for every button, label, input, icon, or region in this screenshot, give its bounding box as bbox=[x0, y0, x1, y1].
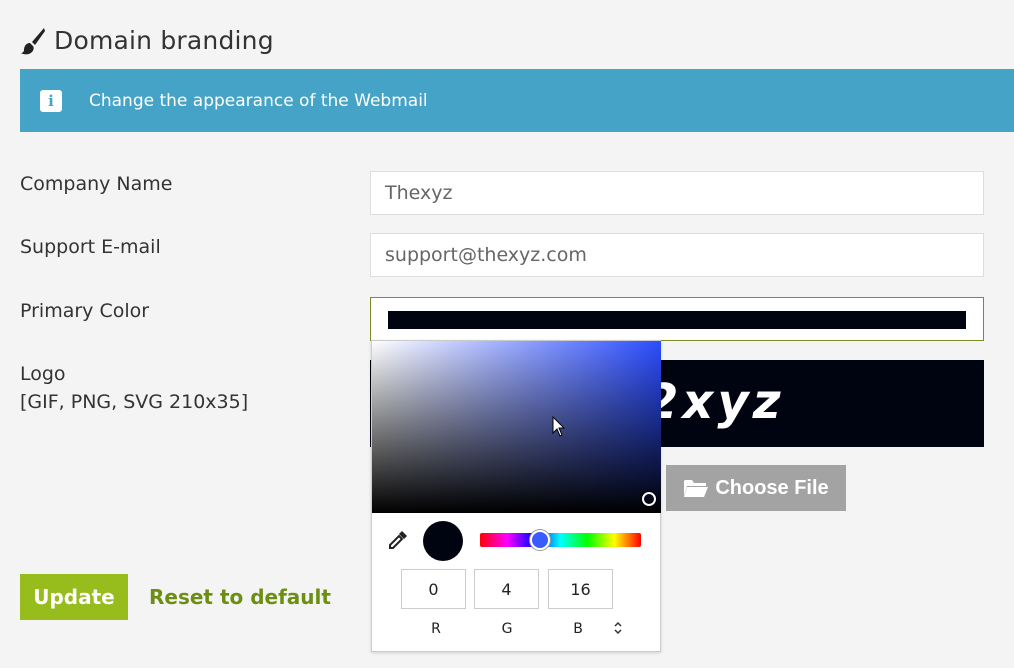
support-email-input[interactable]: support@thexyz.com bbox=[370, 233, 984, 277]
hue-slider[interactable] bbox=[480, 533, 641, 547]
paintbrush-icon bbox=[21, 27, 45, 54]
choose-file-button[interactable]: Choose File bbox=[666, 465, 846, 511]
green-label: G bbox=[501, 621, 513, 637]
color-picker-popup: 0 4 16 R G B bbox=[371, 340, 661, 652]
blue-input[interactable]: 16 bbox=[548, 569, 613, 609]
info-banner: i Change the appearance of the Webmail bbox=[20, 69, 1014, 132]
company-name-input[interactable]: Thexyz bbox=[370, 171, 984, 215]
red-input[interactable]: 0 bbox=[401, 569, 466, 609]
primary-color-swatch bbox=[388, 311, 966, 329]
support-email-label: Support E-mail bbox=[20, 236, 161, 258]
choose-file-label: Choose File bbox=[715, 476, 829, 499]
color-preview-dot bbox=[423, 521, 463, 561]
primary-color-input[interactable] bbox=[370, 297, 984, 341]
primary-color-label: Primary Color bbox=[20, 300, 150, 322]
red-label: R bbox=[431, 621, 441, 637]
update-button[interactable]: Update bbox=[20, 574, 128, 620]
hue-slider-handle[interactable] bbox=[530, 530, 550, 550]
page-title: Domain branding bbox=[54, 26, 274, 55]
banner-text: Change the appearance of the Webmail bbox=[89, 90, 428, 111]
saturation-value-area[interactable] bbox=[372, 341, 661, 513]
logo-hint: [GIF, PNG, SVG 210x35] bbox=[20, 391, 249, 413]
company-name-label: Company Name bbox=[20, 173, 173, 195]
logo-preview-text: 2xyz bbox=[645, 374, 785, 430]
folder-open-icon bbox=[684, 480, 709, 497]
logo-label: Logo bbox=[20, 363, 66, 385]
info-icon: i bbox=[40, 89, 62, 112]
saturation-handle[interactable] bbox=[642, 492, 656, 506]
green-input[interactable]: 4 bbox=[474, 569, 539, 609]
blue-label: B bbox=[573, 621, 583, 637]
eyedropper-icon[interactable] bbox=[387, 529, 409, 551]
reset-to-default-link[interactable]: Reset to default bbox=[149, 585, 331, 609]
chevron-updown-icon[interactable] bbox=[612, 620, 624, 636]
mouse-cursor-icon bbox=[552, 416, 566, 437]
page-heading: Domain branding bbox=[20, 26, 274, 55]
